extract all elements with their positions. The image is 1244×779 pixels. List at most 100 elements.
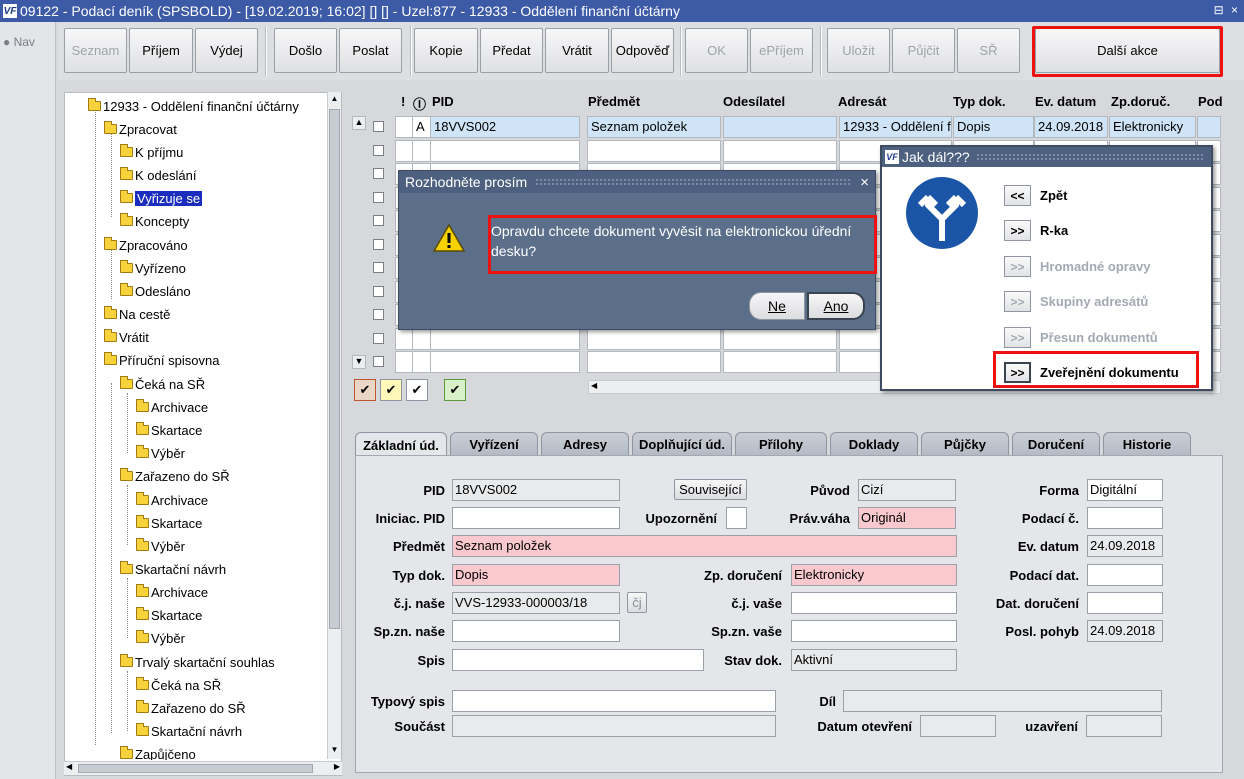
table-cell[interactable] <box>723 351 837 373</box>
col-typ-dok[interactable]: Typ dok. <box>953 94 1005 109</box>
tree-hscroll-thumb[interactable] <box>78 764 313 773</box>
tree-item-prirucni-spisovna[interactable]: Příruční spisovna <box>104 351 219 369</box>
tree-item-skartace[interactable]: Skartace <box>136 421 202 439</box>
table-cell[interactable] <box>412 327 431 350</box>
scroll-down-icon[interactable]: ▼ <box>329 745 340 757</box>
r-ka-label[interactable]: R-ka <box>1040 223 1068 238</box>
ulozit-button[interactable]: Uložit <box>827 28 890 73</box>
row-checkbox[interactable] <box>373 309 384 320</box>
tree-item-zpracovano[interactable]: Zpracováno <box>104 236 188 254</box>
tree-item-na-ceste[interactable]: Na cestě <box>104 305 170 323</box>
filter-checkbox-yellow[interactable]: ✔ <box>380 379 402 401</box>
table-cell[interactable] <box>395 139 413 162</box>
dialog-close-icon[interactable]: × <box>860 174 869 191</box>
tab-historie[interactable]: Historie <box>1103 432 1191 456</box>
col-attachment-icon[interactable]: Ⓘ <box>413 94 426 113</box>
pujcit-button[interactable]: Půjčit <box>892 28 955 73</box>
filter-checkbox-white[interactable]: ✔ <box>406 379 428 401</box>
row-checkbox[interactable] <box>373 168 384 179</box>
tree-item-vyber[interactable]: Výběr <box>136 629 185 647</box>
tree-item-ceka-na-sr[interactable]: Čeká na SŘ <box>136 676 221 694</box>
tree-item-vyber[interactable]: Výběr <box>136 537 185 555</box>
tree-item-vyber[interactable]: Výběr <box>136 444 185 462</box>
tree-scroll-thumb[interactable] <box>329 109 340 629</box>
hromadne-opravy-button[interactable]: >> <box>1004 256 1031 277</box>
row-checkbox[interactable] <box>373 262 384 273</box>
tree-item-odeslano[interactable]: Odesláno <box>120 282 191 300</box>
iniciac-pid-field[interactable] <box>452 507 620 529</box>
stav-dok-field[interactable]: Aktivní <box>791 649 957 671</box>
ok-button[interactable]: OK <box>685 28 748 73</box>
scroll-up-icon[interactable]: ▲ <box>329 94 340 106</box>
dat-doruceni-field[interactable] <box>1087 592 1163 614</box>
hromadne-opravy-label[interactable]: Hromadné opravy <box>1040 259 1151 274</box>
tree-item-archivace[interactable]: Archivace <box>136 491 208 509</box>
row-checkbox[interactable] <box>373 191 384 203</box>
table-cell[interactable] <box>395 327 413 350</box>
row-zpdoruc[interactable]: Elektronicky <box>1109 116 1196 138</box>
tab-zakladni[interactable]: Základní úd. <box>355 432 447 457</box>
row-pid[interactable]: 18VVS002 <box>430 116 580 138</box>
col-odesilatel[interactable]: Odesílatel <box>723 94 785 109</box>
tree-item-skartacni-navrh[interactable]: Skartační návrh <box>136 722 242 740</box>
col-predmet[interactable]: Předmět <box>588 94 640 109</box>
tree-item-koncepty[interactable]: Koncepty <box>120 212 189 230</box>
row-odesilatel[interactable] <box>723 116 837 138</box>
table-cell[interactable] <box>587 139 721 162</box>
tree-item-k-odeslani[interactable]: K odeslání <box>120 166 196 184</box>
tab-doplnujici[interactable]: Doplňující úd. <box>632 432 732 456</box>
posl-pohyb-field[interactable]: 24.09.2018 <box>1087 620 1163 642</box>
table-cell[interactable] <box>412 139 431 162</box>
tree-item-zapujceno[interactable]: Zapůjčeno <box>120 745 196 760</box>
prijem-button[interactable]: Příjem <box>129 28 193 73</box>
spzn-nase-field[interactable] <box>452 620 620 642</box>
presun-dokumentu-button[interactable]: >> <box>1004 327 1031 348</box>
grid-scroll-up-icon[interactable]: ▲ <box>352 116 366 130</box>
col-ev-datum[interactable]: Ev. datum <box>1035 94 1096 109</box>
col-pid[interactable]: PID <box>432 94 454 109</box>
datum-otevreni-field[interactable] <box>920 715 996 737</box>
tree-item-k-prijmu[interactable]: K příjmu <box>120 143 183 161</box>
tree-item-skartacni-navrh[interactable]: Skartační návrh <box>120 560 226 578</box>
row-checkbox[interactable] <box>373 121 384 132</box>
row-adresat[interactable]: 12933 - Oddělení f <box>839 116 952 138</box>
jak-dal-titlebar[interactable]: VF Jak dál??? <box>882 147 1211 167</box>
kopie-button[interactable]: Kopie <box>414 28 478 73</box>
col-excl[interactable]: ! <box>401 94 405 109</box>
tree-item-zarazeno-do-sr[interactable]: Zařazeno do SŘ <box>120 467 230 485</box>
row-evdatum[interactable]: 24.09.2018 <box>1034 116 1108 138</box>
scroll-right-icon[interactable]: ▶ <box>334 762 340 771</box>
tree-horizontal-scrollbar[interactable]: ◀ ▶ <box>64 761 342 775</box>
tree-item-vyrizeno[interactable]: Vyřízeno <box>120 259 186 277</box>
tree-item-ceka-na-sr[interactable]: Čeká na SŘ <box>120 375 205 393</box>
filter-checkbox-red[interactable]: ✔ <box>354 379 376 401</box>
row-checkbox[interactable] <box>373 144 384 156</box>
tree-item-vyrizuje-se[interactable]: Vyřizuje se <box>120 189 203 207</box>
filter-checkbox-green[interactable]: ✔ <box>444 379 466 401</box>
grid-scroll-down-icon[interactable]: ▼ <box>352 355 366 369</box>
typ-dok-field[interactable]: Dopis <box>452 564 620 586</box>
table-cell[interactable] <box>723 139 837 162</box>
row-checkbox[interactable] <box>373 285 384 297</box>
upozorneni-checkbox[interactable] <box>726 507 747 529</box>
tree-item-skartace[interactable]: Skartace <box>136 606 202 624</box>
cj-nase-field[interactable]: VVS-12933-000003/18 <box>452 592 620 614</box>
r-ka-button[interactable]: >> <box>1004 220 1031 241</box>
zp-doruceni-field[interactable]: Elektronicky <box>791 564 957 586</box>
scroll-left-icon[interactable]: ◀ <box>66 762 72 771</box>
dialog-ano-button[interactable]: Ano <box>807 292 865 320</box>
dialog-titlebar[interactable]: Rozhodněte prosím × <box>399 171 875 193</box>
scroll-left-icon[interactable]: ◀ <box>591 381 597 390</box>
tab-doklady[interactable]: Doklady <box>830 432 918 456</box>
tab-doruceni[interactable]: Doručení <box>1012 432 1100 456</box>
zpet-label[interactable]: Zpět <box>1040 188 1067 203</box>
table-cell[interactable] <box>587 327 721 350</box>
doslo-button[interactable]: Došlo <box>274 28 337 73</box>
eprijem-button[interactable]: ePříjem <box>750 28 813 73</box>
tree-item-archivace[interactable]: Archivace <box>136 583 208 601</box>
cj-vase-field[interactable] <box>791 592 957 614</box>
vydej-button[interactable]: Výdej <box>195 28 258 73</box>
typovy-spis-field[interactable] <box>452 690 776 712</box>
tree-vertical-scrollbar[interactable]: ▲ ▼ <box>327 92 341 759</box>
podaci-dat-field[interactable] <box>1087 564 1163 586</box>
